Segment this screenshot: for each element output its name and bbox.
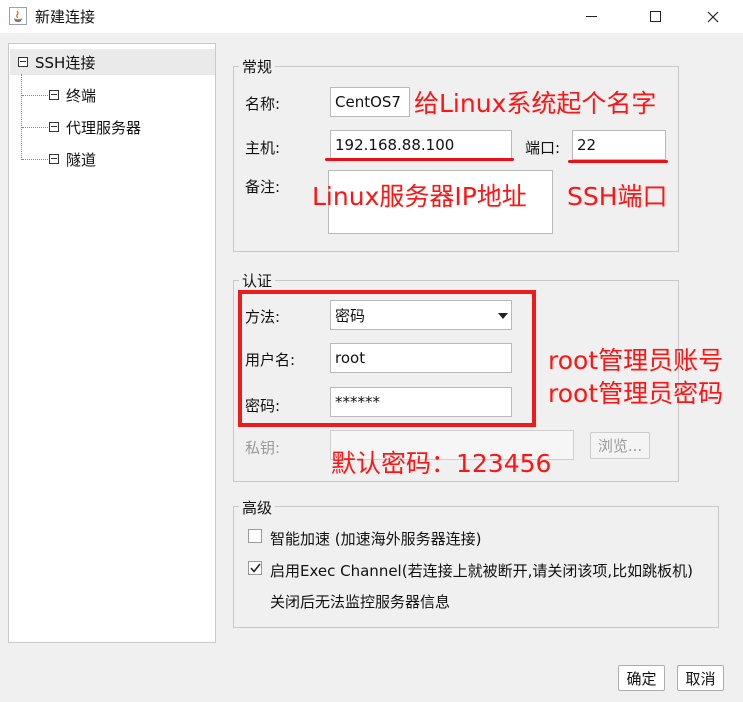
tree-item-label: 代理服务器 xyxy=(66,118,142,137)
tree-item-label: SSH连接 xyxy=(35,53,96,72)
name-value: CentOS7 xyxy=(335,93,401,111)
annotation-password-hint: root管理员密码 xyxy=(548,379,724,408)
auth-group-title: 认证 xyxy=(239,270,276,291)
annotation-name-hint: 给Linux系统起个名字 xyxy=(414,89,657,118)
exec-channel-note: 关闭后无法监控服务器信息 xyxy=(270,593,451,611)
exec-channel-checkbox[interactable] xyxy=(248,561,262,575)
checkmark-icon xyxy=(250,563,261,573)
tree-item-tunnel[interactable]: 隧道 xyxy=(49,146,96,172)
browse-button[interactable]: 浏览... xyxy=(590,432,650,459)
collapse-icon[interactable] xyxy=(18,57,28,67)
annotation-host-hint: Linux服务器IP地址 xyxy=(312,182,527,211)
tree-connector xyxy=(22,159,48,160)
minimize-icon xyxy=(585,16,597,17)
tree-item-label: 隧道 xyxy=(66,150,97,169)
accel-checkbox[interactable] xyxy=(248,529,262,543)
ok-button[interactable]: 确定 xyxy=(618,665,665,691)
annotation-auth-highlight xyxy=(238,290,536,427)
host-value: 192.168.88.100 xyxy=(335,136,455,154)
window-title: 新建连接 xyxy=(35,8,96,26)
tree-connector xyxy=(22,127,48,128)
general-group-title: 常规 xyxy=(239,56,276,77)
port-input[interactable]: 22 xyxy=(572,130,666,160)
tree-item-label: 终端 xyxy=(66,86,97,105)
tree-item-proxy[interactable]: 代理服务器 xyxy=(49,114,141,140)
tree-item-terminal[interactable]: 终端 xyxy=(49,82,96,108)
annotation-port-hint: SSH端口 xyxy=(567,182,668,211)
close-icon xyxy=(707,11,719,22)
cancel-button-label: 取消 xyxy=(685,669,716,688)
port-label: 端口: xyxy=(525,139,561,157)
port-value: 22 xyxy=(577,136,597,154)
note-label: 备注: xyxy=(245,178,281,196)
annotation-underline-host xyxy=(325,158,514,161)
java-app-icon xyxy=(9,7,27,25)
annotation-default-password: 默认密码：123456 xyxy=(331,449,552,478)
exec-channel-label: 启用Exec Channel(若连接上就被断开,请关闭该项,比如跳板机) xyxy=(270,562,693,580)
tree-node-icon xyxy=(49,90,59,100)
close-button[interactable] xyxy=(690,0,736,33)
annotation-user-hint: root管理员账号 xyxy=(548,346,724,375)
ok-button-label: 确定 xyxy=(626,669,657,688)
browse-button-label: 浏览... xyxy=(597,437,643,455)
minimize-button[interactable] xyxy=(568,0,614,33)
annotation-underline-port xyxy=(568,160,668,163)
host-input[interactable]: 192.168.88.100 xyxy=(330,130,512,160)
maximize-button[interactable] xyxy=(632,0,678,33)
tree-connector xyxy=(22,95,48,96)
tree-item-ssh[interactable]: SSH连接 xyxy=(10,49,215,75)
advanced-group-title: 高级 xyxy=(239,497,276,518)
maximize-icon xyxy=(649,11,661,22)
accel-label: 智能加速 (加速海外服务器连接) xyxy=(270,530,482,548)
tree-node-icon xyxy=(49,122,59,132)
cancel-button[interactable]: 取消 xyxy=(677,665,724,691)
name-input[interactable]: CentOS7 xyxy=(330,87,410,117)
host-label: 主机: xyxy=(245,139,281,157)
settings-tree: SSH连接 终端 代理服务器 隧道 xyxy=(8,43,216,643)
tree-node-icon xyxy=(49,154,59,164)
tree-connector xyxy=(21,74,22,160)
name-label: 名称: xyxy=(245,95,281,113)
private-key-label: 私钥: xyxy=(245,439,281,457)
